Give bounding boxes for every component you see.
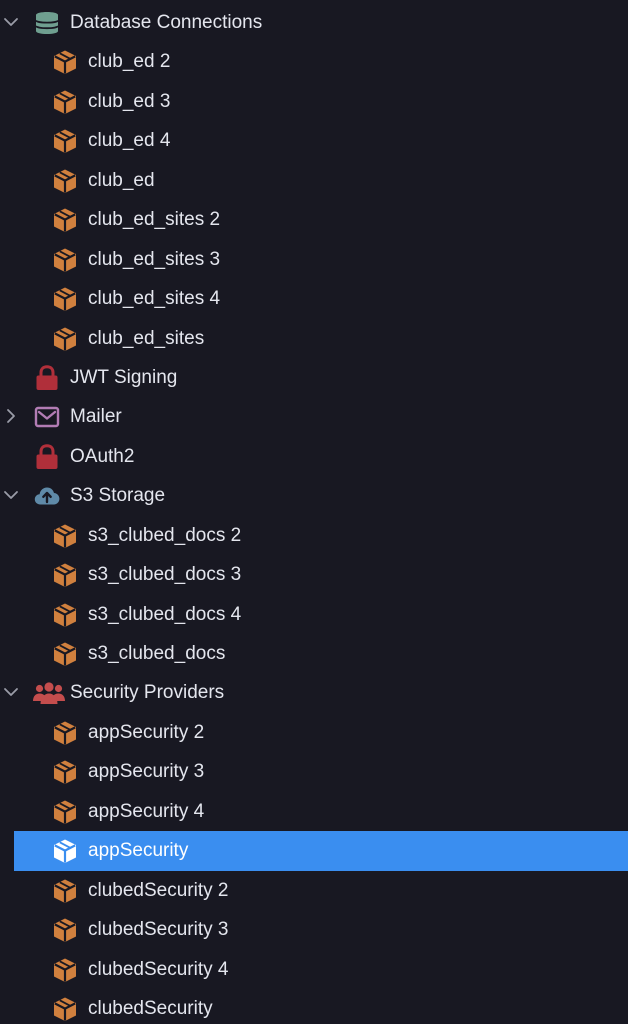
- tree-item-label: clubedSecurity 2: [88, 879, 229, 901]
- tree-item-s3-clubed-docs-3[interactable]: s3_clubed_docs 3: [0, 555, 628, 594]
- tree-item-s3-clubed-docs-4[interactable]: s3_clubed_docs 4: [0, 595, 628, 634]
- package-icon: [52, 207, 78, 233]
- tree-item-club-ed-sites-2[interactable]: club_ed_sites 2: [0, 200, 628, 239]
- tree-item-label: JWT Signing: [70, 366, 178, 388]
- package-icon: [52, 878, 78, 904]
- chevron-down-icon[interactable]: [2, 683, 20, 701]
- lock-icon: [34, 444, 60, 470]
- tree-item-label: OAuth2: [70, 445, 135, 467]
- tree-item-appsecurity[interactable]: appSecurity: [0, 831, 628, 872]
- tree-group-jwt-signing[interactable]: JWT Signing: [0, 358, 628, 397]
- tree-item-label: club_ed_sites 2: [88, 209, 221, 231]
- tree-item-label: appSecurity: [88, 840, 189, 862]
- tree-group-oauth2[interactable]: OAuth2: [0, 437, 628, 476]
- tree-item-club-ed-sites[interactable]: club_ed_sites: [0, 319, 628, 358]
- tree-item-label: appSecurity 2: [88, 721, 205, 743]
- tree-item-label: clubedSecurity 3: [88, 919, 229, 941]
- cloud-upload-icon: [34, 483, 60, 509]
- tree-item-clubedsecurity-4[interactable]: clubedSecurity 4: [0, 950, 628, 989]
- tree-item-label: clubedSecurity 4: [88, 958, 229, 980]
- chevron-right-icon[interactable]: [2, 407, 20, 425]
- package-icon: [52, 720, 78, 746]
- tree-item-label: s3_clubed_docs 3: [88, 564, 242, 586]
- tree-item-s3-clubed-docs[interactable]: s3_clubed_docs: [0, 634, 628, 673]
- tree-item-label: s3_clubed_docs 4: [88, 603, 242, 625]
- tree-item-club-ed-2[interactable]: club_ed 2: [0, 42, 628, 81]
- package-icon: [52, 641, 78, 667]
- tree-group-security-providers[interactable]: Security Providers: [0, 673, 628, 712]
- package-icon: [52, 602, 78, 628]
- package-icon: [52, 759, 78, 785]
- tree-item-appsecurity-3[interactable]: appSecurity 3: [0, 752, 628, 791]
- database-icon: [34, 10, 60, 36]
- tree-item-club-ed-sites-3[interactable]: club_ed_sites 3: [0, 240, 628, 279]
- package-icon: [52, 128, 78, 154]
- mail-icon: [34, 404, 60, 430]
- package-icon: [52, 799, 78, 825]
- tree-item-club-ed-4[interactable]: club_ed 4: [0, 121, 628, 160]
- package-icon: [52, 89, 78, 115]
- package-icon: [52, 523, 78, 549]
- package-icon: [52, 917, 78, 943]
- tree-group-database-connections[interactable]: Database Connections: [0, 3, 628, 42]
- tree-item-label: club_ed_sites 4: [88, 288, 221, 310]
- package-icon: [52, 562, 78, 588]
- tree-item-label: appSecurity 4: [88, 800, 205, 822]
- tree-item-appsecurity-2[interactable]: appSecurity 2: [0, 713, 628, 752]
- tree-item-label: Mailer: [70, 406, 122, 428]
- tree-item-s3-clubed-docs-2[interactable]: s3_clubed_docs 2: [0, 516, 628, 555]
- lock-icon: [34, 365, 60, 391]
- tree-item-label: appSecurity 3: [88, 761, 205, 783]
- tree-item-label: club_ed 4: [88, 130, 171, 152]
- package-icon: [52, 49, 78, 75]
- package-icon: [52, 168, 78, 194]
- package-icon: [52, 326, 78, 352]
- users-icon: [33, 680, 65, 706]
- tree-item-club-ed-3[interactable]: club_ed 3: [0, 82, 628, 121]
- tree-item-clubedsecurity-3[interactable]: clubedSecurity 3: [0, 910, 628, 949]
- package-icon: [52, 247, 78, 273]
- tree-item-label: s3_clubed_docs: [88, 643, 226, 664]
- tree-item-label: Security Providers: [70, 682, 225, 704]
- package-icon: [52, 838, 78, 864]
- tree-item-label: S3 Storage: [70, 485, 166, 507]
- package-icon: [52, 957, 78, 983]
- tree-item-label: club_ed: [88, 169, 155, 191]
- tree-item-label: club_ed 2: [88, 51, 171, 73]
- package-icon: [52, 996, 78, 1022]
- tree-group-s3-storage[interactable]: S3 Storage: [0, 476, 628, 515]
- tree-item-club-ed-sites-4[interactable]: club_ed_sites 4: [0, 279, 628, 318]
- tree-item-club-ed[interactable]: club_ed: [0, 161, 628, 200]
- tree-item-label: clubedSecurity: [88, 997, 213, 1019]
- package-icon: [52, 286, 78, 312]
- tree-item-label: club_ed_sites: [88, 327, 205, 349]
- chevron-down-icon[interactable]: [2, 13, 20, 31]
- chevron-down-icon[interactable]: [2, 486, 20, 504]
- tree-item-clubedsecurity[interactable]: clubedSecurity: [0, 989, 628, 1024]
- tree-item-label: s3_clubed_docs 2: [88, 524, 242, 546]
- resource-tree: Database Connections club_ed 2 club_ed 3 cl…: [0, 3, 628, 1024]
- tree-item-label: Database Connections: [70, 12, 263, 33]
- tree-item-appsecurity-4[interactable]: appSecurity 4: [0, 792, 628, 831]
- tree-item-clubedsecurity-2[interactable]: clubedSecurity 2: [0, 871, 628, 910]
- tree-group-mailer[interactable]: Mailer: [0, 397, 628, 436]
- tree-item-label: club_ed_sites 3: [88, 248, 221, 270]
- tree-item-label: club_ed 3: [88, 90, 171, 112]
